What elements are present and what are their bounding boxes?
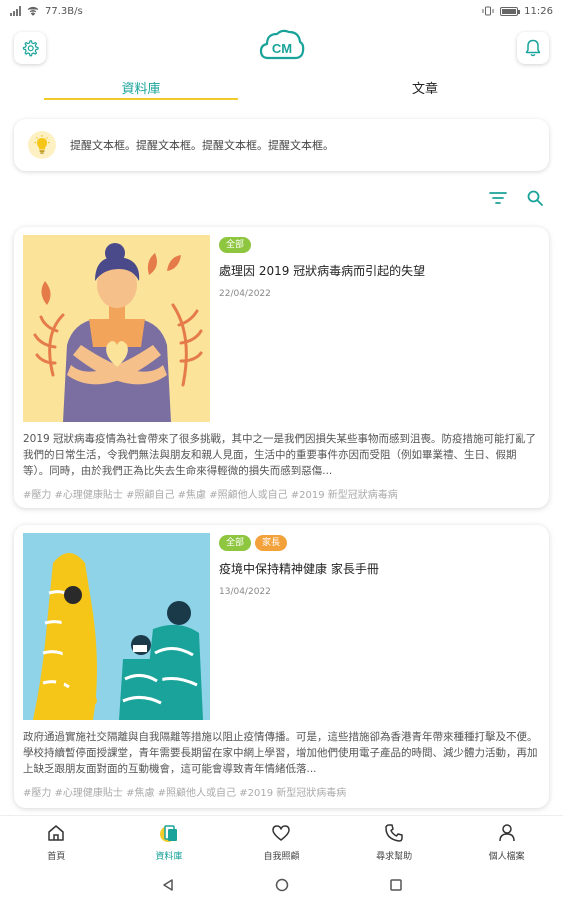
tag-list: 全部 家長 [219,535,537,551]
tag-badge[interactable]: 全部 [219,535,252,551]
battery-icon [500,6,521,16]
nav-database[interactable]: 資料庫 [113,816,226,869]
heart-icon [272,825,291,841]
network-speed: 77.3B/s [45,5,83,17]
card-illustration [23,533,210,720]
card-hashtags: #壓力 #心理健康貼士 #焦慮 #照顧他人或自己 #2019 新型冠狀病毒病 [23,788,347,799]
home-icon [48,825,65,841]
tab-bar: 資料庫 文章 [0,72,563,102]
app-header: CM [0,22,563,72]
system-navigation-bar [0,869,563,900]
card-info: 全部 家長 疫境中保持精神健康 家長手冊 13/04/2022 [219,535,537,597]
app-logo: CM [259,29,305,60]
nav-label: 自我照顧 [263,852,300,862]
person-icon [498,824,515,842]
tab-database[interactable]: 資料庫 [44,72,238,102]
nav-label: 資料庫 [155,852,183,862]
database-icon [159,825,177,842]
status-bar: 77.3B/s 11:26 [0,0,563,22]
clock: 11:26 [524,5,553,17]
card-title[interactable]: 處理因 2019 冠狀病毒病而引起的失望 [219,263,537,279]
gear-icon [22,40,39,57]
search-icon[interactable] [526,189,544,207]
filter-icon[interactable] [489,190,507,206]
settings-button[interactable] [14,32,46,64]
back-icon[interactable] [161,878,175,892]
resource-card[interactable]: 全部 處理因 2019 冠狀病毒病而引起的失望 22/04/2022 2019 … [14,227,549,508]
reminder-text: 提醒文本框。提醒文本框。提醒文本框。提醒文本框。 [70,139,334,152]
wifi-icon [27,6,39,16]
lightbulb-icon [28,131,56,159]
tab-articles[interactable]: 文章 [330,72,520,102]
nav-label: 首頁 [47,852,66,862]
card-description: 2019 冠狀病毒疫情為社會帶來了很多挑戰，其中之一是我們因損失某些事物而感到沮… [23,433,537,477]
card-title[interactable]: 疫境中保持精神健康 家長手冊 [219,561,537,577]
tag-badge[interactable]: 家長 [255,535,288,551]
tag-list: 全部 [219,237,537,253]
nav-seek-help[interactable]: 尋求幫助 [338,816,451,869]
nav-home[interactable]: 首頁 [0,816,113,869]
nav-label: 個人檔案 [488,852,525,862]
vibrate-icon [482,6,494,16]
nav-self-care[interactable]: 自我照顧 [225,816,338,869]
nav-label: 尋求幫助 [376,852,413,862]
card-illustration [23,235,210,422]
bottom-navigation: 首頁 資料庫 自我照顧 尋求幫助 個人檔案 [0,815,563,869]
card-date: 13/04/2022 [219,587,271,597]
svg-text:CM: CM [272,41,292,56]
tag-badge[interactable]: 全部 [219,237,252,253]
signal-icon [10,6,21,16]
resource-card[interactable]: 全部 家長 疫境中保持精神健康 家長手冊 13/04/2022 政府通過實施社交… [14,525,549,808]
home-circle-icon[interactable] [275,878,289,892]
nav-profile[interactable]: 個人檔案 [450,816,563,869]
recent-apps-icon[interactable] [389,878,403,892]
card-date: 22/04/2022 [219,289,271,299]
card-hashtags: #壓力 #心理健康貼士 #照顧自己 #焦慮 #照顧他人或自己 #2019 新型冠… [23,490,398,501]
reminder-box: 提醒文本框。提醒文本框。提醒文本框。提醒文本框。 [14,119,549,171]
notifications-button[interactable] [517,32,549,64]
bell-icon [525,39,541,57]
card-description: 政府通過實施社交隔離與自我隔離等措施以阻止疫情傳播。可是，這些措施卻為香港青年帶… [23,731,538,775]
phone-icon [385,824,403,842]
card-info: 全部 處理因 2019 冠狀病毒病而引起的失望 22/04/2022 [219,237,537,299]
